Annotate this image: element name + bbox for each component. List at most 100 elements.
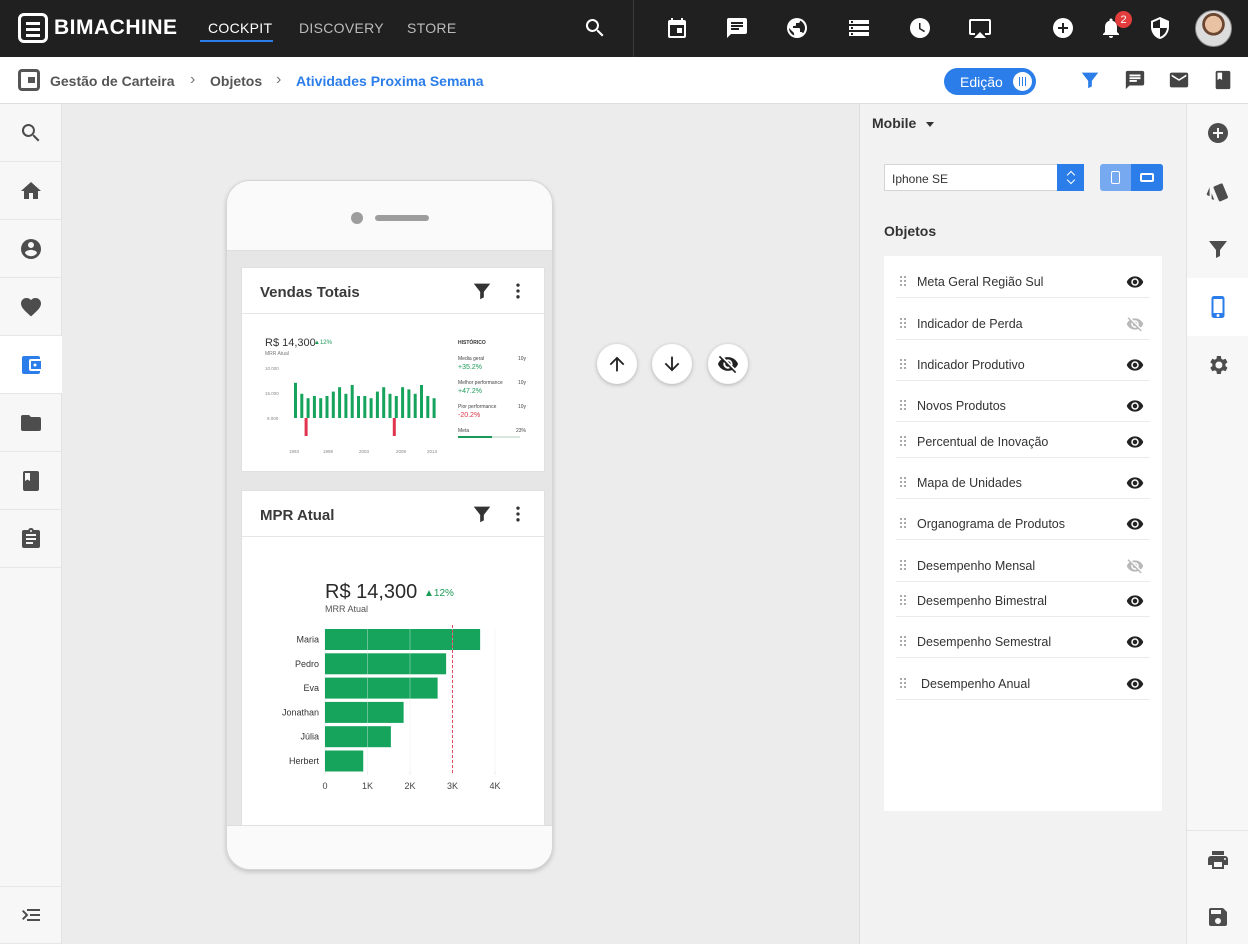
list-item[interactable]: Novos Produtos [896,388,1150,422]
drag-handle-icon[interactable] [900,636,902,638]
print-button[interactable] [1187,830,1248,888]
drag-handle-icon[interactable] [900,595,902,597]
breadcrumb-item-objetos[interactable]: Objetos [210,73,262,89]
drag-handle-icon[interactable] [900,359,902,361]
shield-icon[interactable] [1146,14,1174,42]
user-avatar[interactable] [1195,10,1232,47]
mini-bar [344,393,348,418]
add-icon[interactable] [1049,14,1077,42]
eye-off-icon[interactable] [1126,315,1144,338]
drag-handle-icon[interactable] [900,477,902,479]
phone-speaker [375,215,429,221]
sidebar-expand[interactable] [0,886,62,944]
list-item[interactable]: Indicador Produtivo [896,347,1150,381]
book-icon[interactable] [1212,69,1236,93]
wallet-icon [18,69,40,91]
landscape-button[interactable] [1131,164,1163,191]
mini-bar [357,396,360,418]
filter-icon[interactable] [1079,69,1103,93]
eye-icon[interactable] [1126,356,1144,379]
portrait-icon[interactable] [1111,171,1120,184]
eye-off-icon[interactable] [1126,557,1144,580]
more-vert-icon[interactable] [508,280,528,307]
comment-icon[interactable] [1124,69,1148,93]
brand-logo[interactable]: BIMACHINE [18,12,178,44]
list-item[interactable]: Desempenho Bimestral [896,583,1150,617]
list-item[interactable]: Meta Geral Região Sul [896,264,1150,298]
cast-icon[interactable] [966,14,994,42]
sidebar-item-account[interactable] [0,220,62,278]
eye-icon[interactable] [1126,474,1144,497]
card-vendas-totais[interactable]: Vendas Totais R$ 14,300 ▲12% MRR Atual 1… [241,267,545,472]
chat-icon[interactable] [723,14,751,42]
eye-icon[interactable] [1126,633,1144,656]
filter-icon[interactable] [471,280,493,307]
eye-icon[interactable] [1126,515,1144,538]
list-item[interactable]: Mapa de Unidades [896,465,1150,499]
device-select[interactable]: Iphone SE [884,164,1084,191]
eye-icon[interactable] [1126,675,1144,698]
drag-handle-icon[interactable] [900,436,902,438]
tab-cockpit[interactable]: COCKPIT [208,20,272,36]
sidebar-item-wallet[interactable] [0,336,62,394]
toggle-knob [1013,72,1032,91]
sidebar-item-book[interactable] [0,452,62,510]
tab-discovery[interactable]: DISCOVERY [299,20,384,36]
view-mode-dropdown[interactable]: Mobile [872,115,935,131]
drag-handle-icon[interactable] [900,678,902,680]
mail-icon[interactable] [1168,69,1192,93]
objects-title: Objetos [884,223,937,239]
mini-bar [432,398,436,418]
drag-handle-icon[interactable] [900,560,902,562]
server-icon[interactable] [845,14,873,42]
list-item[interactable]: Desempenho Semestral [896,624,1150,658]
tab-store[interactable]: STORE [407,20,456,36]
list-item[interactable]: Desempenho Mensal [896,548,1150,582]
move-up-button[interactable] [597,344,637,384]
drag-handle-icon[interactable] [900,400,902,402]
arrow-down-icon [664,356,680,372]
sidebar-item-search[interactable] [0,104,62,162]
mobile-layout-button[interactable] [1187,278,1248,336]
list-item[interactable]: Percentual de Inovação [896,424,1150,458]
settings-button[interactable] [1187,336,1248,394]
object-label: Indicador de Perda [917,317,1023,331]
mini-bar [413,393,417,418]
move-down-button[interactable] [652,344,692,384]
clock-icon[interactable] [906,14,934,42]
select-arrows-icon[interactable] [1057,164,1084,191]
breadcrumb-item-carteira[interactable]: Gestão de Carteira [50,73,175,89]
edit-toggle-label: Edição [960,73,1003,90]
drag-handle-icon[interactable] [900,518,902,520]
eye-icon[interactable] [1126,433,1144,456]
filter-button[interactable] [1187,220,1248,278]
history-row: Pior performance 10y -20.2% [458,404,526,430]
list-item[interactable]: Organograma de Produtos [896,506,1150,540]
hide-button[interactable] [708,344,748,384]
more-vert-icon[interactable] [508,503,528,530]
sidebar-item-favorites[interactable] [0,278,62,336]
filter-icon[interactable] [471,503,493,530]
globe-icon[interactable] [783,14,811,42]
history-panel: HISTÓRICO Media geral 10y +35.2% Melhor … [458,340,526,454]
heart-icon [21,297,41,316]
eye-icon[interactable] [1126,397,1144,420]
card-mpr-atual[interactable]: MPR Atual R$ 14,300 ▲12% MRR Atual 0 1K 2K… [241,490,545,826]
list-item[interactable]: Desempenho Anual [896,666,1150,700]
sidebar-item-home[interactable] [0,162,62,220]
sidebar-item-clipboard[interactable] [0,510,62,568]
save-button[interactable] [1187,888,1248,944]
edit-mode-toggle[interactable]: Edição [944,68,1036,95]
search-icon[interactable] [581,14,609,42]
eye-icon[interactable] [1126,273,1144,296]
calendar-icon[interactable] [663,14,691,42]
eye-icon[interactable] [1126,592,1144,615]
drag-handle-icon[interactable] [900,276,902,278]
list-item[interactable]: Indicador de Perda [896,306,1150,340]
cards-button[interactable] [1187,162,1248,220]
drag-handle-icon[interactable] [900,318,902,320]
sidebar-item-folder[interactable] [0,394,62,452]
add-object-button[interactable] [1187,104,1248,162]
bar [325,677,438,699]
object-label: Organograma de Produtos [917,517,1066,531]
